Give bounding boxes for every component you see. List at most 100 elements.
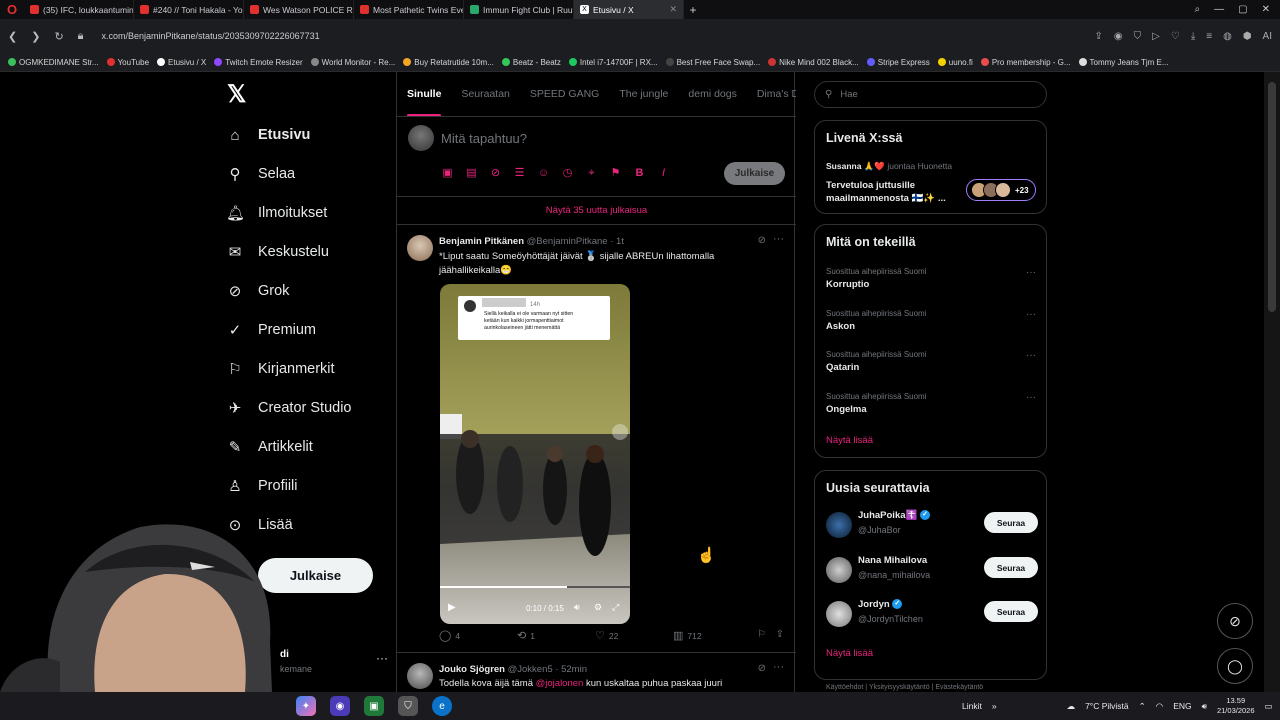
tab-following[interactable]: Seuraatan [451, 72, 519, 116]
nav-articles[interactable]: ✎ Artikkelit [226, 433, 313, 461]
snapshot-icon[interactable]: ◉ [1114, 31, 1123, 42]
follow-button[interactable]: Seuraa [984, 512, 1038, 533]
bookmark[interactable]: Stripe Express [866, 58, 930, 67]
tab-dimas-dist[interactable]: Dima's Dist [747, 72, 796, 116]
fullscreen-icon[interactable]: ⤢ [612, 602, 619, 613]
bookmark[interactable]: YouTube [106, 58, 149, 67]
app-icon[interactable]: ▣ [364, 696, 384, 716]
share-icon[interactable]: ⇪ [1095, 31, 1103, 42]
download-icon[interactable]: ⤓ [1191, 31, 1195, 42]
bookmark[interactable]: Buy Retatrutide 10m... [403, 58, 494, 67]
footer-links[interactable]: Käyttöehdot | Yksityisyyskäytäntö | Eväs… [826, 684, 983, 691]
play-icon[interactable]: ▷ [1152, 31, 1160, 42]
more-icon[interactable]: ··· [773, 661, 784, 673]
tweet-time[interactable]: · 52min [555, 664, 587, 675]
tweet-author-handle[interactable]: @Jokken5 [508, 664, 553, 675]
more-icon[interactable]: ··· [1026, 267, 1036, 278]
page-scrollbar[interactable] [1264, 72, 1280, 692]
grok-icon[interactable]: ⊘ [758, 235, 766, 246]
settings-icon[interactable]: ⚙ [594, 602, 602, 613]
heart-icon[interactable]: ♡ [1171, 31, 1180, 42]
poll-icon[interactable]: ☰ [513, 167, 526, 180]
bookmark[interactable]: Beatz - Beatz [501, 58, 561, 67]
search-tabs-icon[interactable]: ⌕ [1195, 4, 1201, 15]
wifi-icon[interactable]: ◠ [1156, 701, 1163, 712]
menu-icon[interactable]: ≡ [1206, 31, 1212, 42]
browser-tab[interactable]: #240 // Toni Hakala - You [134, 0, 244, 19]
share-icon[interactable]: ⇪ [776, 629, 784, 640]
tweet-time[interactable]: · 1t [610, 236, 624, 247]
browser-tab[interactable]: Wes Watson POLICE REPO [244, 0, 354, 19]
avatar[interactable] [826, 557, 852, 583]
live-room-title[interactable]: Tervetuloa juttusille maailmanmenosta 🇫🇮… [826, 179, 956, 205]
speaker-icon[interactable]: 🔊︎ [1202, 701, 1207, 712]
bookmark[interactable]: Twitch Emote Resizer [214, 58, 303, 67]
minimize-icon[interactable]: — [1214, 4, 1224, 15]
scrollbar-thumb[interactable] [1268, 82, 1276, 312]
follow-suggestion[interactable]: Jordyn ✓ @JordynTilchen Seuraa [826, 596, 1038, 632]
grok-icon[interactable]: ⊘ [758, 663, 766, 674]
play-icon[interactable]: ▶ [448, 602, 456, 613]
ai-icon[interactable]: AI [1263, 31, 1272, 42]
bookmark[interactable]: Tommy Jeans Tjm E... [1078, 58, 1169, 67]
composer-input[interactable]: Mitä tapahtuu? [441, 131, 527, 146]
lang-indicator[interactable]: ENG [1173, 701, 1191, 711]
bookmark[interactable]: Intel i7-14700F | RX... [568, 58, 658, 67]
mention-link[interactable]: @jojalonen [536, 678, 584, 689]
more-icon[interactable]: ··· [1026, 350, 1036, 361]
bookmark[interactable]: Pro membership - G... [980, 58, 1071, 67]
live-listeners[interactable]: +23 [966, 179, 1036, 201]
maximize-icon[interactable]: ▢ [1238, 4, 1247, 15]
show-new-posts[interactable]: Näytä 35 uutta julkaisua [397, 197, 796, 225]
chevron-up-icon[interactable]: ⌃ [1139, 701, 1146, 712]
tweet-author-handle[interactable]: @BenjaminPitkane [527, 236, 608, 247]
trend-item[interactable]: Suosittua aihepiirissä Suomi Ongelma ··· [826, 392, 1036, 415]
tweet-video[interactable]: 14h Siellä keikalla ei ole varmaan nyt s… [440, 284, 630, 624]
tab-demi-dogs[interactable]: demi dogs [678, 72, 746, 116]
nav-messages[interactable]: ✉ Keskustelu [226, 238, 329, 266]
trend-item[interactable]: Suosittua aihepiirissä Suomi Qatarin ··· [826, 350, 1036, 373]
nav-creator-studio[interactable]: ✈ Creator Studio [226, 394, 352, 422]
browser-tab[interactable]: Most Pathetic Twins Ever [354, 0, 464, 19]
nav-explore[interactable]: ⚲ Selaa [226, 160, 296, 188]
profile-icon[interactable]: ◍ [1223, 31, 1232, 42]
follow-button[interactable]: Seuraa [984, 557, 1038, 578]
tweet[interactable]: Benjamin Pitkänen @BenjaminPitkane · 1t … [397, 225, 796, 653]
tab-the-jungle[interactable]: The jungle [609, 72, 678, 116]
composer-post-button[interactable]: Julkaise [724, 162, 785, 185]
forward-icon[interactable]: ❯ [31, 30, 40, 43]
back-icon[interactable]: ❮ [8, 30, 17, 43]
more-icon[interactable]: ··· [773, 233, 784, 245]
bookmark[interactable]: Best Free Face Swap... [665, 58, 760, 67]
nav-home[interactable]: ⌂ Etusivu [226, 121, 310, 149]
avatar[interactable] [407, 663, 433, 689]
bookmark[interactable]: OGMKEDIMANE Str... [8, 58, 99, 67]
trend-item[interactable]: Suosittua aihepiirissä Suomi Askon ··· [826, 309, 1036, 332]
show-more-link[interactable]: Näytä lisää [826, 435, 873, 446]
like-button[interactable]: ♡ 22 [595, 629, 673, 642]
follow-suggestion[interactable]: Nana Mihailova @nana_mihailova Seuraa [826, 552, 1038, 588]
flag-icon[interactable]: ⚑ [609, 167, 622, 180]
tweet[interactable]: Jouko Sjögren @Jokken5 · 52min ⊘ ··· Tod… [397, 653, 796, 692]
avatar[interactable] [826, 512, 852, 538]
more-icon[interactable]: ··· [1026, 392, 1036, 403]
search-bar[interactable]: ⚲ [814, 81, 1047, 108]
tab-for-you[interactable]: Sinulle [397, 72, 451, 116]
gif-icon[interactable]: ▤ [465, 167, 478, 180]
volume-icon[interactable]: 🔊︎ [574, 602, 580, 613]
clock[interactable]: 13.59 21/03/2026 [1217, 696, 1255, 716]
bold-icon[interactable]: B [633, 167, 646, 180]
close-tab-icon[interactable]: ✕ [669, 4, 677, 15]
italic-icon[interactable]: I [657, 167, 670, 180]
search-input[interactable] [840, 89, 1021, 100]
tab-speed-gang[interactable]: SPEED GANG [520, 72, 609, 116]
follow-suggestion[interactable]: JuhaPoika☦️ ✓ @JuhaBor Seuraa [826, 507, 1038, 543]
follow-button[interactable]: Seuraa [984, 601, 1038, 622]
x-logo-icon[interactable]: 𝕏 [227, 80, 246, 109]
video-progress[interactable] [440, 586, 567, 588]
bookmark[interactable]: World Monitor - Re... [310, 58, 395, 67]
weather[interactable]: 7°C Pilvistä [1085, 701, 1129, 711]
links-toolbar[interactable]: Linkit [962, 701, 982, 711]
chevron-icon[interactable]: » [992, 701, 997, 711]
avatar[interactable] [826, 601, 852, 627]
